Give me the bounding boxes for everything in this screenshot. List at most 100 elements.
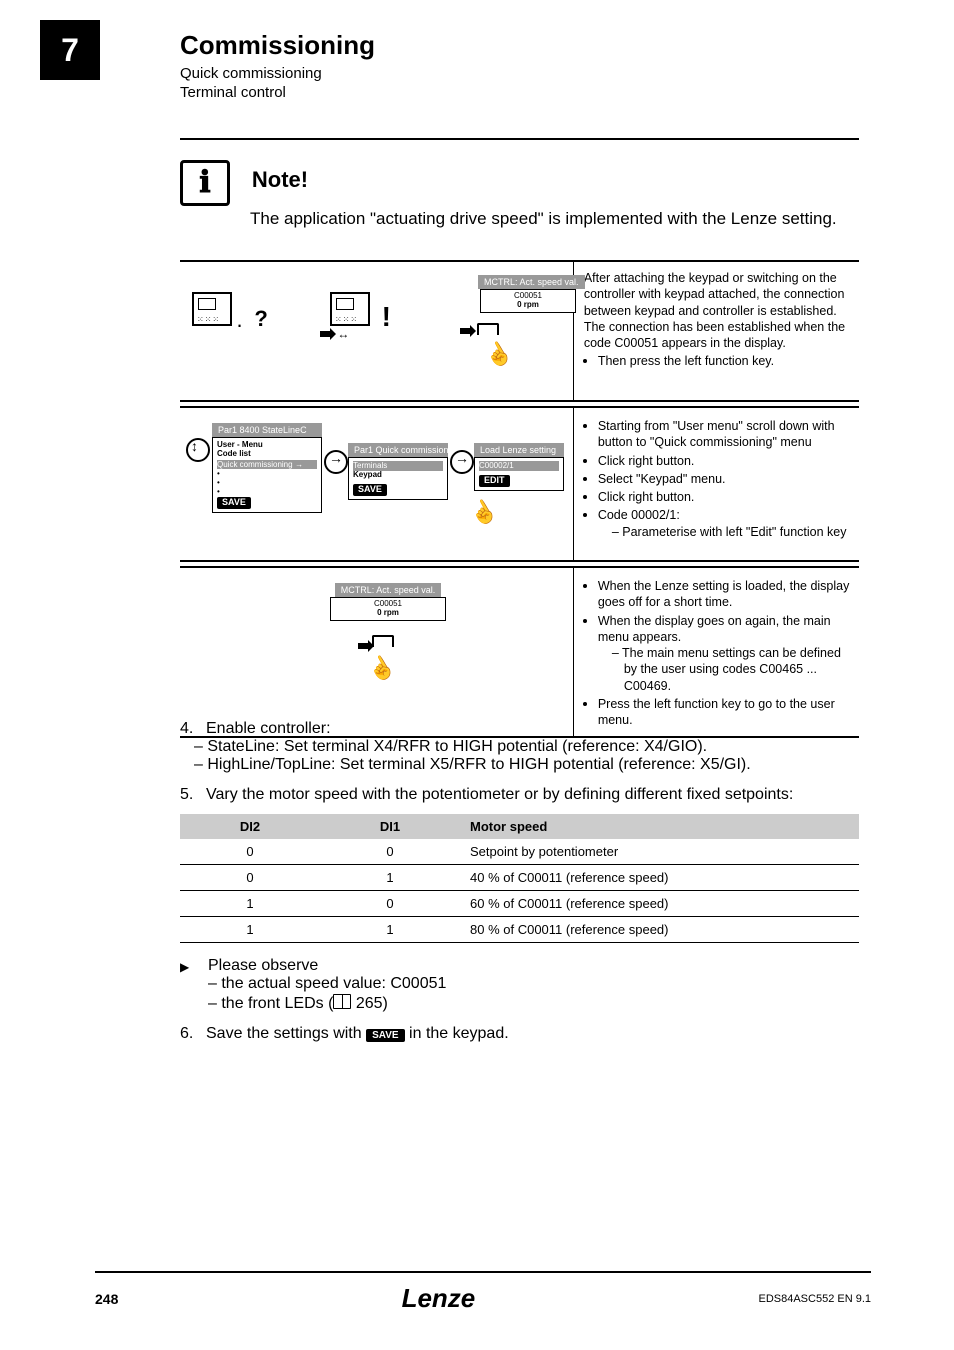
col-di2: DI2 <box>180 814 320 839</box>
info-icon <box>180 160 230 206</box>
insert-arrow-icon: ↔ <box>320 327 349 341</box>
click-icon <box>450 450 474 474</box>
table-cell: 1 <box>320 865 460 891</box>
step2-b5: Code 00002/1: Parameterise with left "Ed… <box>598 505 851 540</box>
screen-body: C00051 0 rpm <box>330 597 446 621</box>
table-cell: 0 <box>320 891 460 917</box>
speed-table: DI2 DI1 Motor speed 00Setpoint by potent… <box>180 814 859 943</box>
step1-bullet1: Then press the left function key. <box>598 351 851 369</box>
edit-key: EDIT <box>479 475 510 487</box>
step-row-3: MCTRL: Act. speed val. C00051 0 rpm ☝ Wh… <box>180 566 859 738</box>
screen-value: 0 rpm <box>335 609 441 618</box>
chapter-sub1: Quick commissioning <box>180 65 375 82</box>
item4-b: HighLine/TopLine: Set terminal X5/RFR to… <box>180 756 859 774</box>
screen-title-bar: MCTRL: Act. speed val. <box>478 275 585 289</box>
menu2-title: Par1 Quick commissioning <box>348 443 448 457</box>
hand-icon: ☝ <box>363 651 400 687</box>
step1-line2: The connection has been established when… <box>584 319 851 352</box>
menu3-r2: C00002/1 <box>479 461 514 470</box>
step2-graphic: Par1 8400 StateLineC User - Menu Code li… <box>180 408 574 560</box>
question-icon: ? <box>247 305 275 333</box>
insert-arrow-icon <box>460 324 499 338</box>
table-row: 0140 % of C00011 (reference speed) <box>180 865 859 891</box>
chapter-title: Commissioning <box>180 30 375 61</box>
table-cell: 80 % of C00011 (reference speed) <box>460 917 859 943</box>
step2-b4: Click right button. <box>598 487 851 505</box>
step1-line1: After attaching the keypad or switching … <box>584 270 851 319</box>
step2-b3: Select "Keypad" menu. <box>598 469 851 487</box>
step3-b2: When the display goes on again, the main… <box>598 611 851 694</box>
table-cell: 0 <box>320 839 460 865</box>
page-footer: 248 Lenze EDS84ASC552 EN 9.1 <box>95 1271 871 1314</box>
item-4: 4.Enable controller: StateLine: Set term… <box>180 720 859 774</box>
cord-icon: · <box>236 312 243 337</box>
step-row-2: Par1 8400 StateLineC User - Menu Code li… <box>180 406 859 562</box>
keypad-icon <box>330 292 370 326</box>
scroll-icon <box>186 438 210 462</box>
step-row-1: · ? ! ↔ MCTRL: Act. speed val. C00051 0 … <box>180 260 859 402</box>
click-icon <box>324 450 348 474</box>
step2-b1: Starting from "User menu" scroll down wi… <box>598 416 851 451</box>
table-row: 1060 % of C00011 (reference speed) <box>180 891 859 917</box>
menu3-body: C00002/1 EDIT <box>474 457 564 491</box>
exclaim-icon: ! <box>382 301 391 332</box>
item-5: 5.Vary the motor speed with the potentio… <box>180 786 859 1013</box>
step2-b5-dash: Parameterise with left "Edit" function k… <box>598 524 851 540</box>
screen-title-bar: MCTRL: Act. speed val. <box>335 583 442 597</box>
observe: Please observe <box>180 957 859 975</box>
chapter-number: 7 <box>40 20 100 80</box>
step3-graphic: MCTRL: Act. speed val. C00051 0 rpm ☝ <box>180 568 574 736</box>
step3-text: When the Lenze setting is loaded, the di… <box>574 568 859 736</box>
save-key: SAVE <box>353 484 387 496</box>
item4-a: StateLine: Set terminal X4/RFR to HIGH p… <box>180 738 859 756</box>
observe-b: the front LEDs ( 265) <box>180 993 859 1013</box>
col-di1: DI1 <box>320 814 460 839</box>
step3-b2-dash: The main menu settings can be defined by… <box>598 645 851 694</box>
menu2-r3: Keypad <box>353 471 443 480</box>
table-cell: 1 <box>320 917 460 943</box>
table-row: 00Setpoint by potentiometer <box>180 839 859 865</box>
page-header: Commissioning Quick commissioning Termin… <box>180 30 375 101</box>
menu2-r2: Terminals <box>353 461 387 470</box>
table-cell: 1 <box>180 891 320 917</box>
menu1-r4: Quick commissioning <box>217 460 293 469</box>
doc-id: EDS84ASC552 EN 9.1 <box>758 1293 871 1305</box>
table-cell: Setpoint by potentiometer <box>460 839 859 865</box>
table-cell: 40 % of C00011 (reference speed) <box>460 865 859 891</box>
table-cell: 1 <box>180 917 320 943</box>
insert-arrow-icon <box>358 636 394 652</box>
item-6: 6.Save the settings with SAVE in the key… <box>180 1025 859 1043</box>
book-icon <box>333 994 351 1009</box>
step2-text: Starting from "User menu" scroll down wi… <box>574 408 859 560</box>
table-head-row: DI2 DI1 Motor speed <box>180 814 859 839</box>
menu1-r3: Code list <box>217 450 317 459</box>
chapter-sub2: Terminal control <box>180 84 375 101</box>
col-speed: Motor speed <box>460 814 859 839</box>
observe-a: the actual speed value: C00051 <box>180 975 859 993</box>
save-key: SAVE <box>217 497 251 509</box>
menu2-body: Terminals Keypad SAVE <box>348 457 448 500</box>
hand-icon: ☝ <box>480 337 517 373</box>
step3-b1: When the Lenze setting is loaded, the di… <box>598 576 851 611</box>
header-rule <box>180 138 859 140</box>
hand-icon: ☝ <box>465 495 502 531</box>
save-key-inline: SAVE <box>366 1029 405 1042</box>
screen-body: C00051 0 rpm <box>480 289 576 313</box>
table-cell: 60 % of C00011 (reference speed) <box>460 891 859 917</box>
note-box: Note! The application "actuating drive s… <box>180 160 859 231</box>
table-cell: 0 <box>180 865 320 891</box>
step1-text: After attaching the keypad or switching … <box>574 262 859 400</box>
screen-value: 0 rpm <box>485 301 571 310</box>
step2-b2: Click right button. <box>598 451 851 469</box>
menu1-title: Par1 8400 StateLineC <box>212 423 322 437</box>
lenze-logo: Lenze <box>402 1283 476 1314</box>
step1-graphic: · ? ! ↔ MCTRL: Act. speed val. C00051 0 … <box>180 262 574 400</box>
body-text: 4.Enable controller: StateLine: Set term… <box>180 720 859 1055</box>
note-text: The application "actuating drive speed" … <box>250 208 859 231</box>
table-cell: 0 <box>180 839 320 865</box>
note-title: Note! <box>252 160 308 200</box>
table-row: 1180 % of C00011 (reference speed) <box>180 917 859 943</box>
menu3-title: Load Lenze setting <box>474 443 564 457</box>
page-number: 248 <box>95 1291 118 1307</box>
keypad-icon <box>192 292 232 326</box>
